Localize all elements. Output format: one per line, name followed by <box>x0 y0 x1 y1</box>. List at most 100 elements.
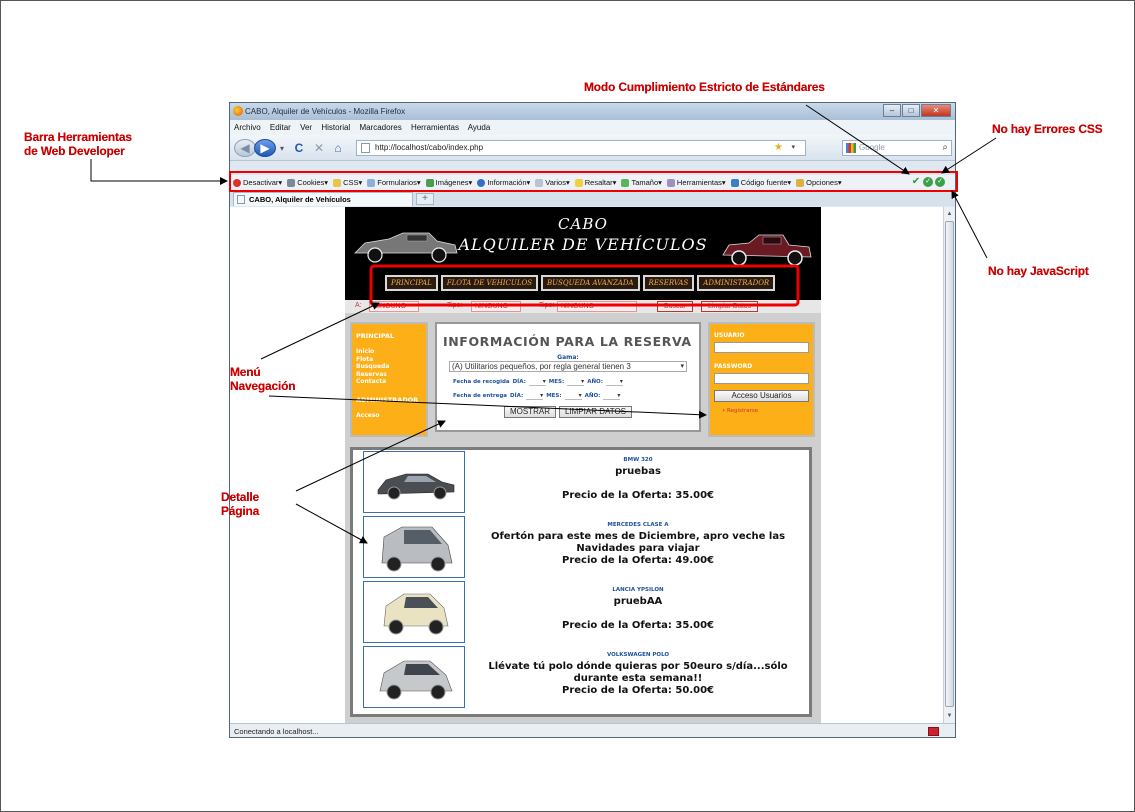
offer-item-mercedes[interactable]: MERCEDES CLASE A Ofertón para este mes d… <box>363 516 803 578</box>
wd-codigo-fuente[interactable]: Código fuente▾ <box>730 175 791 190</box>
menu-ayuda[interactable]: Ayuda <box>468 123 491 132</box>
wd-css[interactable]: CSS▾ <box>333 175 362 190</box>
menu-ver[interactable]: Ver <box>300 123 312 132</box>
css-errors-status-icon[interactable]: ✓ <box>923 177 933 187</box>
tab-cabo[interactable]: CABO, Alquiler de Vehículos <box>233 192 413 206</box>
menu-editar[interactable]: Editar <box>270 123 291 132</box>
options-icon <box>796 178 805 187</box>
nav-busqueda-avanzada[interactable]: BUSQUEDA AVANZADA <box>541 275 640 291</box>
url-dropdown-icon[interactable]: ▾ <box>791 141 795 155</box>
cabo-website: CABO ALQUILER DE VEHÍCULOS PRINCIPAL FLO… <box>345 207 821 723</box>
callout-no-css-errors: No hay Errores CSS <box>992 122 1103 136</box>
offer-item-volkswagen[interactable]: VOLKSWAGEN POLO Llévate tú polo dónde qu… <box>363 646 803 708</box>
search-field-1[interactable]: NINGUNO <box>369 301 419 312</box>
javascript-status-icon[interactable]: ✓ <box>935 177 945 187</box>
offer-text-mercedes: MERCEDES CLASE A Ofertón para este mes d… <box>473 522 803 567</box>
vintage-car-right-image <box>722 234 812 266</box>
left-link-acceso[interactable]: Acceso <box>356 412 422 420</box>
menu-historial[interactable]: Historial <box>321 123 350 132</box>
nav-reservas[interactable]: RESERVAS <box>642 275 695 291</box>
forward-button[interactable]: ▶ <box>254 139 276 157</box>
usuario-label: USUARIO <box>714 332 745 339</box>
back-button[interactable]: ◀ <box>234 139 256 157</box>
return-month-select[interactable]: ▾ <box>564 392 582 400</box>
standards-mode-check-icon[interactable]: ✔ <box>911 177 921 187</box>
wd-tamano[interactable]: Tamaño▾ <box>621 175 662 190</box>
menu-marcadores[interactable]: Marcadores <box>359 123 401 132</box>
password-input[interactable] <box>714 373 809 384</box>
wd-formularios[interactable]: Formularios▾ <box>367 175 421 190</box>
menu-herramientas[interactable]: Herramientas <box>411 123 459 132</box>
pickup-year-select[interactable]: ▾ <box>605 378 623 386</box>
minimize-button[interactable]: – <box>883 104 901 117</box>
scroll-down-icon[interactable]: ▼ <box>945 711 954 721</box>
search-icon[interactable]: ⌕ <box>942 141 948 155</box>
limpiar-datos-form-button[interactable]: LIMPIAR DATOS <box>558 406 633 418</box>
search-field-3[interactable]: NINGUNO <box>557 301 637 312</box>
reload-icon[interactable]: C <box>292 139 306 157</box>
left-link-reservas[interactable]: Reservas <box>356 371 422 379</box>
search-label-3: Tipo: <box>539 302 555 309</box>
wd-desactivar[interactable]: Desactivar▾ <box>233 175 282 190</box>
vertical-scrollbar[interactable]: ▲ ▼ <box>943 207 955 723</box>
left-link-flota[interactable]: Flota <box>356 356 422 364</box>
menu-archivo[interactable]: Archivo <box>234 123 261 132</box>
wd-opciones[interactable]: Opciones▾ <box>796 175 842 190</box>
status-addon-icon[interactable] <box>928 727 939 736</box>
offer-thumbnail-mercedes[interactable] <box>363 516 465 578</box>
history-dropdown-icon[interactable]: ▾ <box>278 139 286 157</box>
offer-text-bmw: BMW 320 pruebas Precio de la Oferta: 35.… <box>473 457 803 502</box>
gama-select[interactable]: (A) Utilitarios pequeños, por regla gene… <box>449 361 687 372</box>
mostrar-button[interactable]: MOSTRAR <box>503 406 556 418</box>
offer-thumbnail-lancia[interactable] <box>363 581 465 643</box>
wd-varios[interactable]: Varios▾ <box>535 175 570 190</box>
stop-icon[interactable]: ✕ <box>312 139 326 157</box>
disable-icon <box>233 178 241 187</box>
offer-price: Precio de la Oferta: 49.00€ <box>562 555 714 566</box>
wd-herramientas[interactable]: Herramientas▾ <box>666 175 726 190</box>
page-icon <box>361 143 370 153</box>
browser-window: CABO, Alquiler de Vehículos - Mozilla Fi… <box>229 102 956 738</box>
wd-imagenes[interactable]: Imágenes▾ <box>425 175 472 190</box>
pickup-month-select[interactable]: ▾ <box>567 378 585 386</box>
left-link-busqueda[interactable]: Busqueda <box>356 363 422 371</box>
return-day-select[interactable]: ▾ <box>526 392 544 400</box>
wd-informacion[interactable]: Información▾ <box>477 175 530 190</box>
scrollbar-thumb[interactable] <box>945 221 954 707</box>
acceso-usuarios-button[interactable]: Acceso Usuarios <box>714 390 809 402</box>
pickup-month-label: MES: <box>548 379 565 385</box>
scroll-up-icon[interactable]: ▲ <box>945 209 954 219</box>
usuario-input[interactable] <box>714 342 809 353</box>
search-label-1: A: <box>355 302 362 309</box>
maximize-button[interactable]: □ <box>902 104 920 117</box>
offer-item-lancia[interactable]: LANCIA YPSILON pruebAA Precio de la Ofer… <box>363 581 803 643</box>
nav-flota[interactable]: FLOTA DE VEHICULOS <box>440 275 538 291</box>
pickup-day-select[interactable]: ▾ <box>528 378 546 386</box>
search-field-2[interactable]: NINGUNO <box>471 301 521 312</box>
registrarse-link[interactable]: • Registrarse <box>714 408 809 414</box>
star-icon[interactable]: ★ <box>774 141 783 155</box>
limpiar-datos-button[interactable]: Limpiar Datos <box>701 301 759 312</box>
offer-item-bmw[interactable]: BMW 320 pruebas Precio de la Oferta: 35.… <box>363 451 803 513</box>
callout-page-detail: Detalle Página <box>221 490 260 518</box>
offer-thumbnail-volkswagen[interactable] <box>363 646 465 708</box>
resize-icon <box>621 178 630 187</box>
new-tab-button[interactable]: + <box>416 193 434 205</box>
login-box: USUARIO PASSWORD Acceso Usuarios • Regis… <box>708 322 815 437</box>
buscar-button[interactable]: Buscar <box>657 301 693 312</box>
return-year-select[interactable]: ▾ <box>603 392 621 400</box>
offer-thumbnail-bmw[interactable] <box>363 451 465 513</box>
wd-resaltar[interactable]: Resaltar▾ <box>574 175 616 190</box>
firefox-logo-icon <box>233 106 243 116</box>
gama-label: Gama: <box>557 354 579 361</box>
left-link-contacta[interactable]: Contacta <box>356 378 422 386</box>
home-icon[interactable]: ⌂ <box>331 139 345 157</box>
search-box[interactable]: Google ⌕ <box>842 140 952 156</box>
close-button[interactable]: ✕ <box>921 104 951 117</box>
wd-cookies[interactable]: Cookies▾ <box>287 175 328 190</box>
car-image-bmw <box>377 473 455 500</box>
nav-principal[interactable]: PRINCIPAL <box>385 275 438 291</box>
left-link-inicio[interactable]: Inicio <box>356 348 422 356</box>
nav-administrador[interactable]: ADMINISTRADOR <box>697 275 776 291</box>
url-bar[interactable]: http://localhost/cabo/index.php ★ ▾ <box>356 140 806 156</box>
